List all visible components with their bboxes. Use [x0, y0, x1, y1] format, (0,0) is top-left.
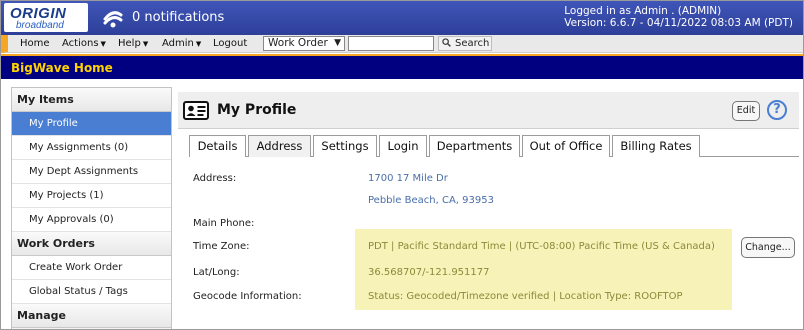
- menu-actions-label: Actions: [62, 38, 99, 49]
- latlong-label: Lat/Long:: [193, 267, 240, 278]
- sidebar-item-my-projects[interactable]: My Projects (1): [12, 184, 171, 208]
- menu-bar: Home Actions ▼ Help ▼ Admin ▼ Logout Work O…: [1, 35, 803, 53]
- login-info: Logged in as Admin . (ADMIN) Version: 6.…: [564, 5, 793, 29]
- sidebar-item-my-assignments[interactable]: My Assignments (0): [12, 136, 171, 160]
- edit-button[interactable]: Edit: [732, 101, 760, 121]
- app-window: ORIGIN broadband 0 notifications Logged …: [0, 0, 804, 330]
- timezone-label: Time Zone:: [193, 241, 250, 252]
- latlong-value: 36.568707/-121.951177: [368, 267, 490, 278]
- address-line2: Pebble Beach, CA, 93953: [368, 195, 494, 206]
- sidebar-section-my-items: My Items: [12, 88, 171, 112]
- help-icon[interactable]: ?: [767, 100, 787, 120]
- menu-admin-label: Admin: [162, 38, 194, 49]
- tab-billing-rates[interactable]: Billing Rates: [612, 135, 700, 157]
- search-button[interactable]: Search: [438, 36, 492, 51]
- menu-help[interactable]: Help ▼: [118, 38, 148, 49]
- sidebar-item-global-status-tags[interactable]: Global Status / Tags: [12, 280, 171, 304]
- menu-logout[interactable]: Logout: [213, 38, 247, 49]
- page-title: BigWave Home: [11, 61, 113, 75]
- caret-down-icon: ▼: [100, 40, 106, 48]
- main-phone-label: Main Phone:: [193, 218, 255, 229]
- menu-actions[interactable]: Actions ▼: [62, 38, 106, 49]
- notification-icon[interactable]: [101, 6, 125, 30]
- search-type-value: Work Order: [268, 37, 328, 49]
- sidebar-item-my-dept-assignments[interactable]: My Dept Assignments: [12, 160, 171, 184]
- main-panel: My Profile Edit ? Details Address Settin…: [178, 92, 801, 329]
- tab-address[interactable]: Address: [248, 135, 311, 157]
- search-icon: [442, 38, 451, 47]
- version-info: Version: 6.6.7 - 04/11/2022 08:03 AM (PD…: [564, 17, 793, 29]
- tab-login[interactable]: Login: [379, 135, 427, 157]
- sidebar-item-my-approvals[interactable]: My Approvals (0): [12, 208, 171, 232]
- menu-admin[interactable]: Admin ▼: [162, 38, 201, 49]
- top-header: ORIGIN broadband 0 notifications Logged …: [1, 1, 803, 35]
- menu-logout-label: Logout: [213, 38, 248, 49]
- caret-down-icon: ▼: [195, 40, 202, 48]
- logo-subtext: broadband: [16, 20, 64, 31]
- menu-home-label: Home: [20, 38, 50, 49]
- page-title-bar: BigWave Home: [1, 54, 803, 79]
- caret-down-icon: ▼: [142, 40, 149, 48]
- tab-out-of-office[interactable]: Out of Office: [522, 135, 610, 157]
- notifications-link[interactable]: 0 notifications: [132, 10, 224, 25]
- search-type-select[interactable]: Work Order ▼: [263, 36, 345, 51]
- address-line1: 1700 17 Mile Dr: [368, 173, 448, 184]
- tab-details[interactable]: Details: [189, 135, 246, 157]
- sidebar-section-work-orders: Work Orders: [12, 232, 171, 256]
- id-card-icon: [183, 101, 209, 120]
- profile-tabs: Details Address Settings Login Departmen…: [189, 135, 799, 157]
- sidebar-section-manage: Manage: [12, 304, 171, 328]
- chevron-down-icon: ▼: [334, 38, 341, 48]
- sidebar-item-create-work-order[interactable]: Create Work Order: [12, 256, 171, 280]
- search-input[interactable]: [348, 36, 434, 51]
- geocode-value: Status: Geocoded/Timezone verified | Loc…: [368, 291, 683, 302]
- sidebar-item-my-profile[interactable]: My Profile: [12, 112, 171, 136]
- menu-home[interactable]: Home: [20, 38, 50, 49]
- geocode-label: Geocode Information:: [193, 291, 302, 302]
- profile-title: My Profile: [217, 102, 297, 118]
- change-timezone-button[interactable]: Change...: [741, 237, 795, 258]
- tab-settings[interactable]: Settings: [313, 135, 377, 157]
- search-button-label: Search: [455, 38, 490, 49]
- origin-logo[interactable]: ORIGIN broadband: [4, 3, 88, 32]
- sidebar: My Items My Profile My Assignments (0) M…: [11, 87, 172, 329]
- menu-help-label: Help: [118, 38, 141, 49]
- address-label: Address:: [193, 173, 237, 184]
- profile-header: My Profile Edit ?: [178, 92, 799, 129]
- timezone-value: PDT | Pacific Standard Time | (UTC-08:00…: [368, 241, 715, 252]
- tab-departments[interactable]: Departments: [429, 135, 520, 157]
- login-user: Logged in as Admin . (ADMIN): [564, 5, 722, 17]
